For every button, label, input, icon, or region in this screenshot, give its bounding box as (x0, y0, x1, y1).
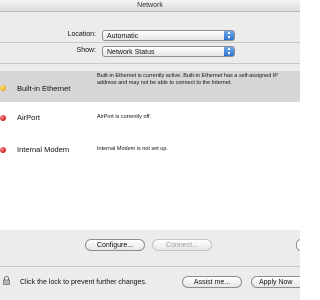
network-status-list: Built-in Ethernet Built-in Ethernet is c… (0, 71, 300, 230)
apply-now-button[interactable]: Apply Now (251, 276, 300, 288)
separator (0, 266, 300, 267)
separator (0, 42, 300, 43)
show-popup[interactable]: Network Status ▲ ▼ (102, 46, 235, 57)
title-bar[interactable]: Network (0, 0, 300, 12)
configure-button[interactable]: Configure... (85, 239, 145, 251)
show-value: Network Status (107, 49, 155, 56)
service-name: Built-in Ethernet (17, 84, 71, 93)
popup-arrows-icon: ▲ ▼ (224, 47, 234, 56)
service-row-internal-modem[interactable]: Internal Modem Internal Modem is not set… (0, 138, 300, 160)
network-preferences-window: Network Location: Automatic ▲ ▼ Show: Net… (0, 0, 300, 300)
service-description: Built-in Ethernet is currently active. B… (97, 73, 278, 86)
service-name: AirPort (17, 113, 40, 122)
service-name: Internal Modem (17, 145, 70, 154)
connect-button[interactable]: Connect... (152, 239, 212, 251)
location-label: Location: (67, 31, 96, 38)
service-row-built-in-ethernet[interactable]: Built-in Ethernet Built-in Ethernet is c… (0, 71, 300, 102)
separator (0, 63, 300, 64)
window-title: Network (137, 2, 163, 9)
partial-button[interactable] (296, 239, 300, 251)
status-yellow-icon (0, 85, 6, 91)
toolbar-area (0, 12, 300, 24)
service-description: AirPort is currently off. (97, 114, 151, 120)
show-label: Show: (76, 47, 96, 54)
location-value: Automatic (107, 33, 139, 40)
service-row-airport[interactable]: AirPort AirPort is currently off. (0, 107, 300, 129)
lock-message: Click the lock to prevent further change… (20, 279, 147, 286)
bottom-area (0, 230, 300, 300)
service-description: Internal Modem is not set up. (97, 146, 168, 152)
popup-arrows-icon: ▲ ▼ (224, 31, 234, 40)
assist-me-button[interactable]: Assist me... (182, 276, 242, 288)
location-popup[interactable]: Automatic ▲ ▼ (102, 30, 235, 41)
status-red-icon (0, 115, 6, 121)
status-red-icon (0, 147, 6, 153)
lock-icon[interactable] (3, 276, 10, 285)
